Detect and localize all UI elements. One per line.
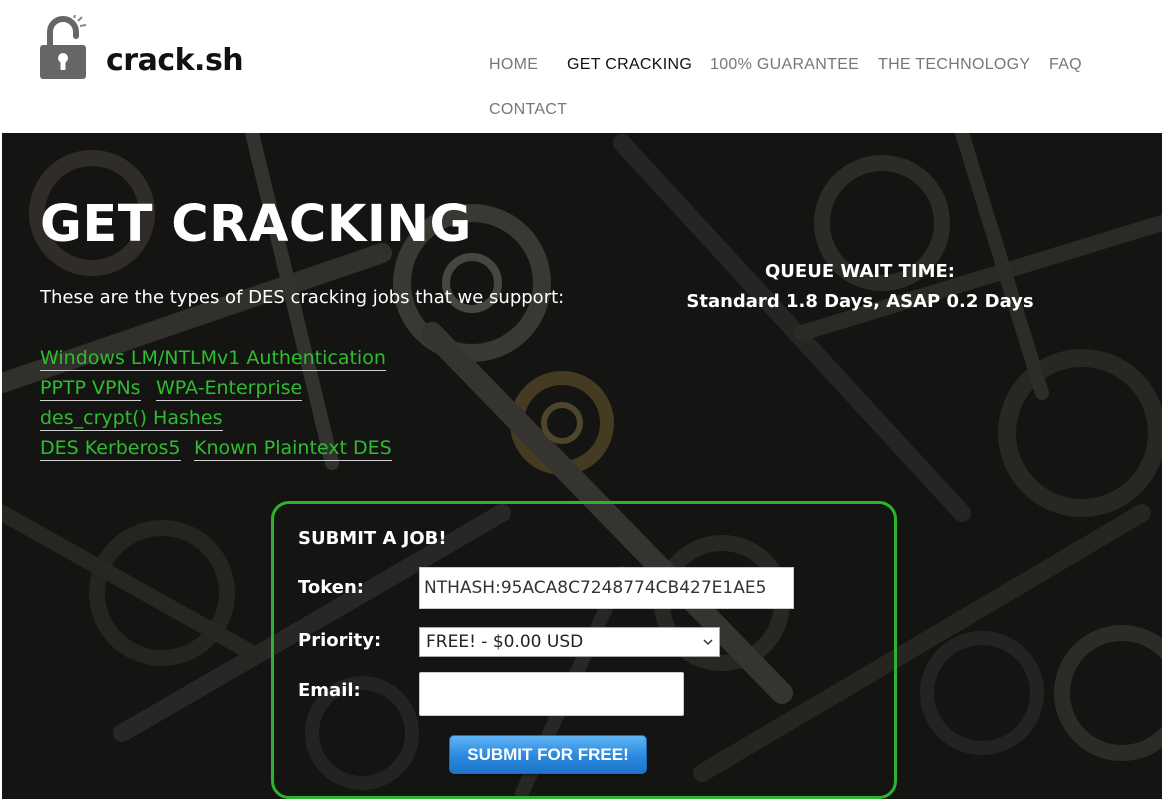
- link-known-plaintext-des[interactable]: Known Plaintext DES: [194, 436, 392, 461]
- nav-technology[interactable]: THE TECHNOLOGY: [878, 56, 1030, 74]
- token-label: Token:: [298, 577, 364, 598]
- priority-selected-value: FREE! - $0.00 USD: [426, 632, 584, 652]
- link-des-crypt-hashes[interactable]: des_crypt() Hashes: [40, 406, 223, 431]
- nav-home[interactable]: HOME: [489, 56, 538, 74]
- site-header: crack.sh HOME GET CRACKING 100% GUARANTE…: [0, 0, 1162, 133]
- submit-button[interactable]: SUBMIT FOR FREE!: [449, 735, 647, 774]
- queue-wait-time: QUEUE WAIT TIME: Standard 1.8 Days, ASAP…: [680, 257, 1040, 317]
- site-logo-text[interactable]: crack.sh: [106, 43, 244, 78]
- email-label: Email:: [298, 680, 361, 701]
- queue-heading: QUEUE WAIT TIME:: [765, 261, 955, 282]
- queue-value: Standard 1.8 Days, ASAP 0.2 Days: [686, 291, 1034, 312]
- page-title: GET CRACKING: [40, 195, 472, 254]
- priority-label: Priority:: [298, 630, 382, 651]
- link-des-kerberos5[interactable]: DES Kerberos5: [40, 436, 181, 461]
- nav-contact[interactable]: CONTACT: [489, 101, 567, 119]
- intro-text: These are the types of DES cracking jobs…: [40, 287, 565, 308]
- nav-faq[interactable]: FAQ: [1049, 56, 1082, 74]
- nav-get-cracking[interactable]: GET CRACKING: [567, 56, 692, 74]
- form-heading: SUBMIT A JOB!: [298, 528, 447, 549]
- email-input[interactable]: [419, 672, 684, 716]
- link-wpa-enterprise[interactable]: WPA-Enterprise: [156, 376, 303, 401]
- link-windows-lm-ntlmv1[interactable]: Windows LM/NTLMv1 Authentication: [40, 346, 386, 371]
- submit-job-form: SUBMIT A JOB! Token: NTHASH:95ACA8C72487…: [271, 501, 897, 799]
- padlock-icon[interactable]: [38, 15, 88, 81]
- token-input[interactable]: NTHASH:95ACA8C7248774CB427E1AE5: [419, 567, 794, 609]
- nav-guarantee[interactable]: 100% GUARANTEE: [710, 56, 859, 74]
- hero-section: GET CRACKING These are the types of DES …: [2, 133, 1162, 799]
- chevron-down-icon: [703, 639, 713, 646]
- link-pptp-vpns[interactable]: PPTP VPNs: [40, 376, 141, 401]
- priority-select[interactable]: FREE! - $0.00 USD: [419, 627, 720, 657]
